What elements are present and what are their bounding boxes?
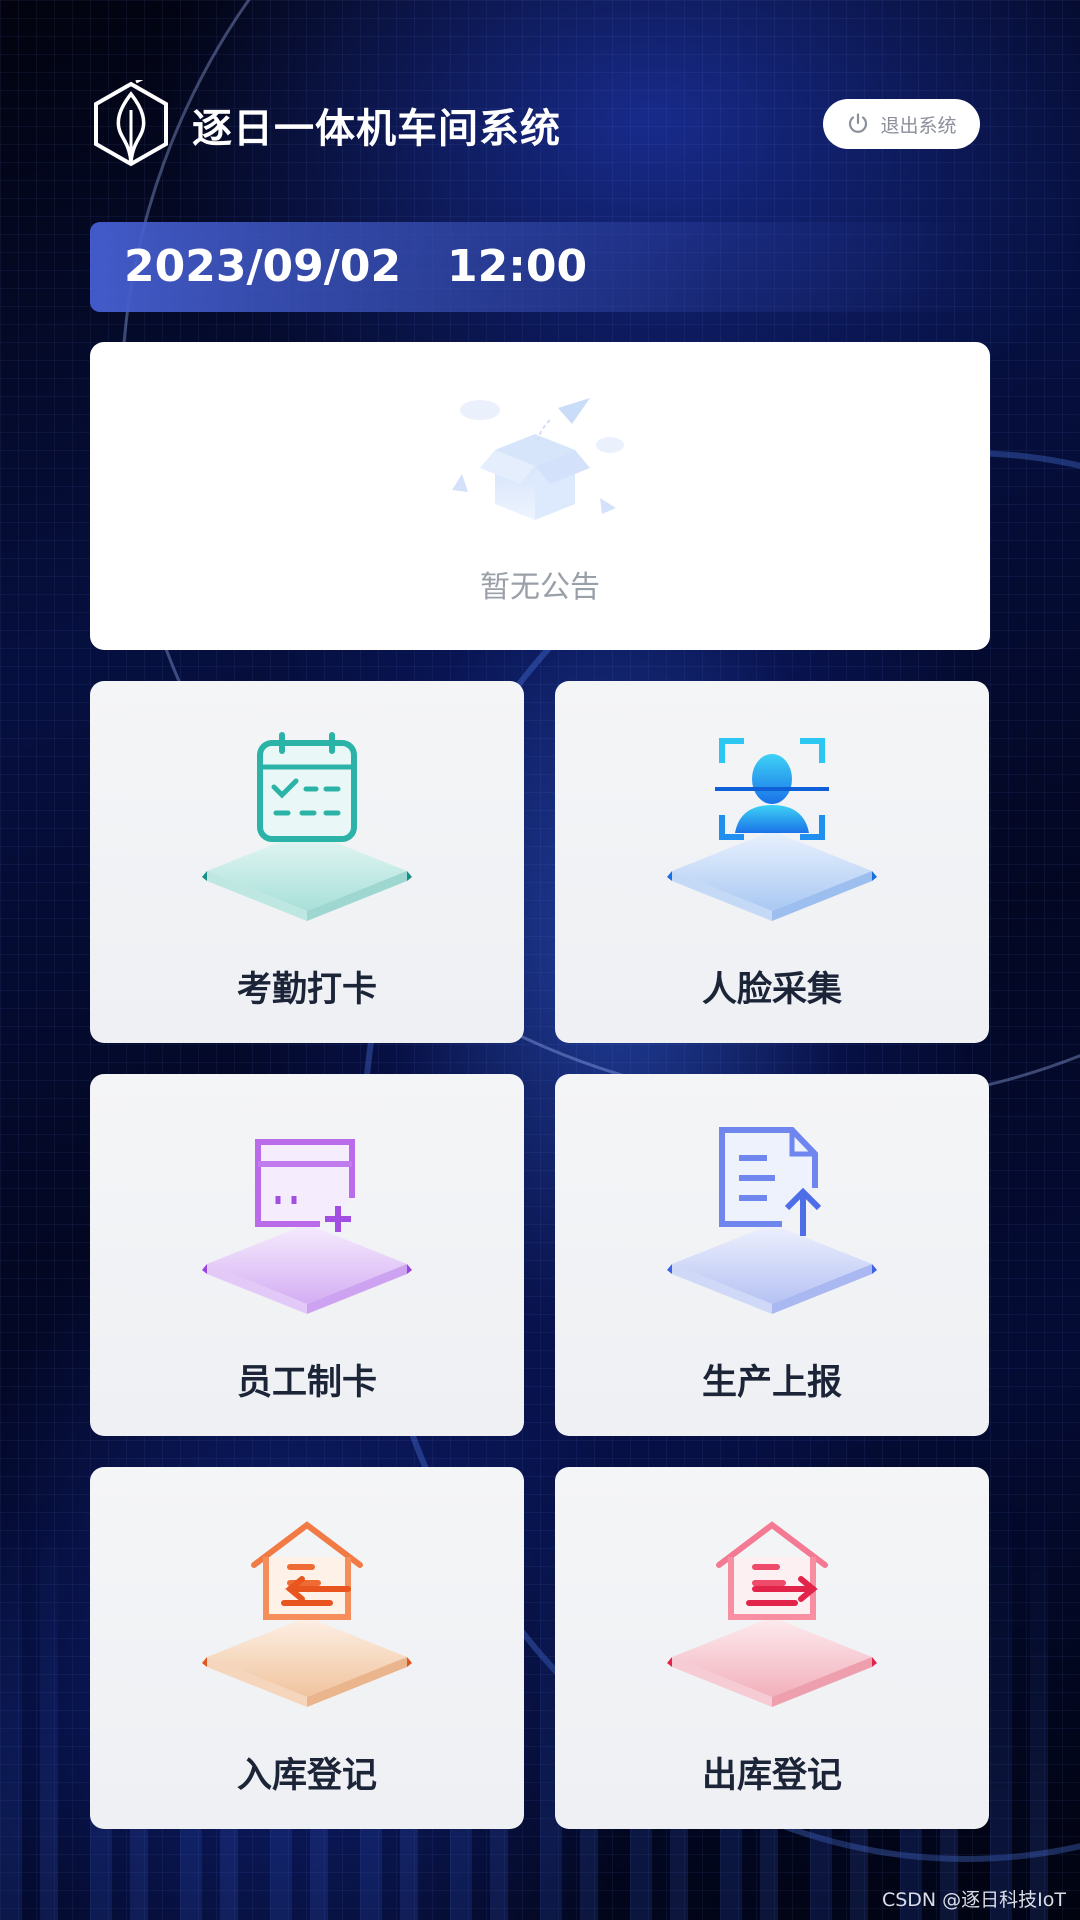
- notice-empty-text: 暂无公告: [480, 570, 600, 605]
- tile-label: 生产上报: [701, 1363, 842, 1403]
- tile-label: 出库登记: [701, 1756, 842, 1796]
- app-title: 逐日一体机车间系统: [192, 106, 561, 152]
- app-screen: 逐日一体机车间系统 退出系统 2023/09/02 12:00 暂无公告 考勤打…: [0, 0, 1080, 1920]
- logout-label: 退出系统: [880, 114, 957, 137]
- tile-label: 考勤打卡: [236, 970, 377, 1010]
- tile-attendance[interactable]: 考勤打卡: [90, 681, 524, 1043]
- tile-warehouse-in[interactable]: 入库登记: [90, 1467, 524, 1829]
- attendance-calendar-icon: [202, 732, 412, 921]
- warehouse-out-icon: [667, 1521, 877, 1707]
- watermark-text: CSDN @逐日科技IoT: [881, 1889, 1066, 1911]
- empty-box-icon: [452, 398, 624, 520]
- power-icon: [849, 113, 868, 133]
- datetime-text: 2023/09/02 12:00: [124, 222, 587, 312]
- tile-employee-card[interactable]: 员工制卡: [90, 1074, 524, 1436]
- time-text: 12:00: [447, 241, 588, 292]
- card-add-icon: [202, 1139, 412, 1314]
- report-upload-icon: [667, 1127, 877, 1314]
- logout-button[interactable]: 退出系统: [823, 99, 980, 149]
- datetime-bar: 2023/09/02 12:00: [90, 222, 990, 312]
- face-scan-icon: [667, 738, 877, 921]
- tile-face-collection[interactable]: 人脸采集: [555, 681, 989, 1043]
- warehouse-in-icon: [202, 1521, 412, 1707]
- tile-label: 入库登记: [236, 1756, 377, 1796]
- tile-label: 员工制卡: [236, 1363, 377, 1403]
- tile-production-report[interactable]: 生产上报: [555, 1074, 989, 1436]
- tile-warehouse-out[interactable]: 出库登记: [555, 1467, 989, 1829]
- tile-label: 人脸采集: [701, 970, 842, 1010]
- app-logo-icon: [94, 80, 168, 167]
- date-text: 2023/09/02: [124, 241, 402, 292]
